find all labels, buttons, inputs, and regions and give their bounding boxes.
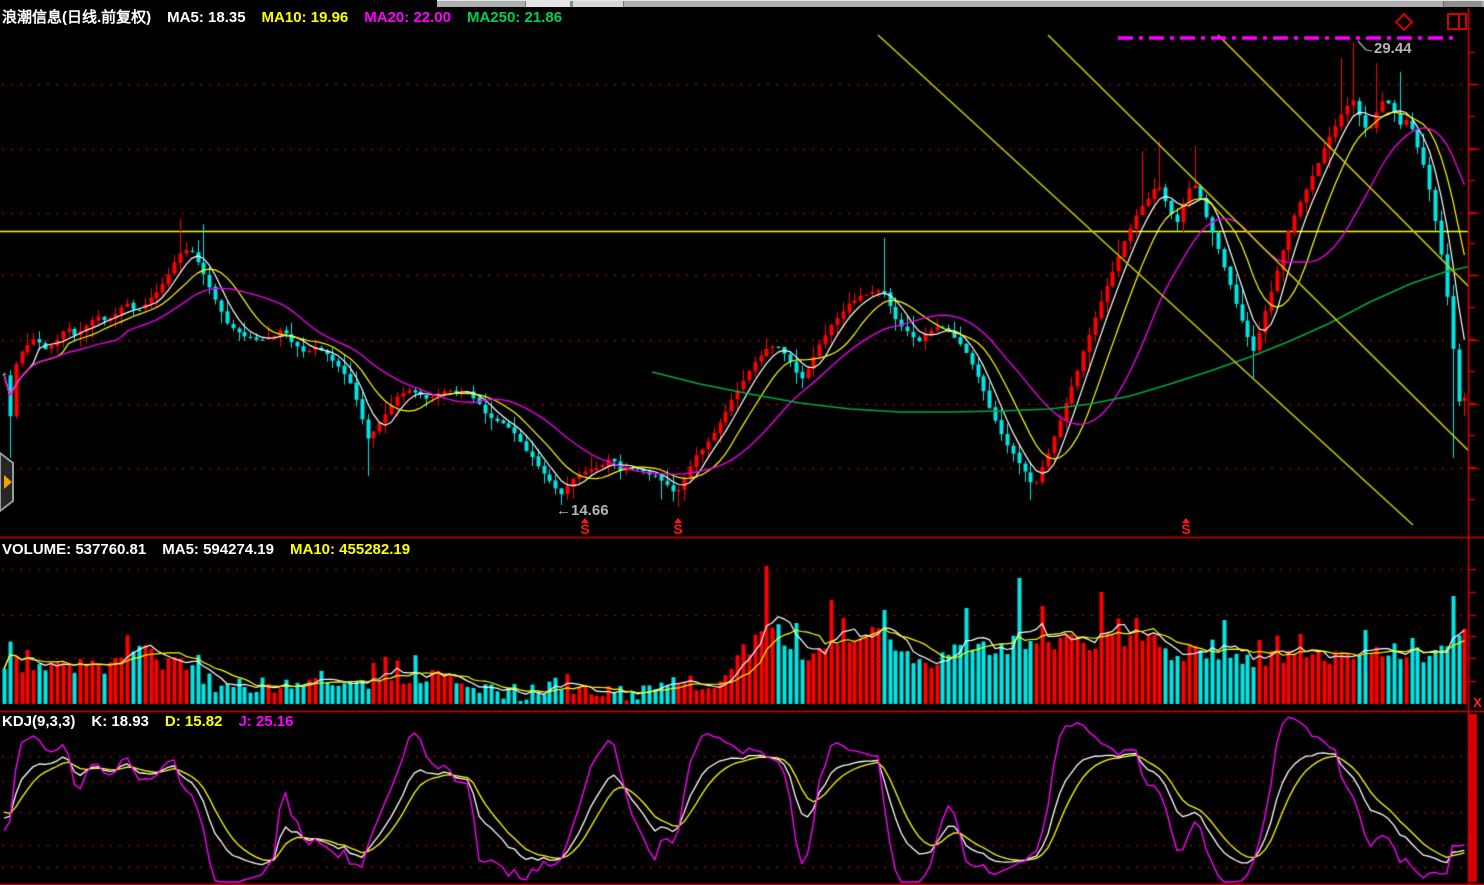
expand-panel-tab[interactable]: [0, 449, 16, 515]
sell-mark: S: [671, 518, 685, 536]
volume-ma5-value: MA5: 594274.19: [162, 540, 274, 560]
trading-app-window: { "header": { "title": "浪潮信息(日线.前复权)", "…: [0, 0, 1484, 885]
scrollbar-end-cap[interactable]: [1443, 1, 1482, 7]
kdj-d-value: D: 15.82: [165, 712, 223, 732]
low-price-annotation: ←14.66: [556, 502, 609, 519]
diamond-icon[interactable]: [1394, 12, 1414, 37]
ma10-value: MA10: 19.96: [262, 8, 349, 28]
chart-canvas[interactable]: [0, 0, 1484, 885]
split-window-icon[interactable]: [1446, 12, 1468, 37]
ma5-value: MA5: 18.35: [167, 8, 245, 28]
volume-pane-header: VOLUME: 537760.81 MA5: 594274.19 MA10: 4…: [2, 540, 410, 560]
high-price-annotation: 29.44: [1374, 40, 1412, 57]
sell-mark: S: [1179, 518, 1193, 536]
close-indicator-button[interactable]: X: [1471, 696, 1484, 710]
kdj-label: KDJ(9,3,3): [2, 712, 75, 732]
volume-value: VOLUME: 537760.81: [2, 540, 146, 560]
scrollbar-thumb[interactable]: [525, 1, 624, 7]
kdj-k-value: K: 18.93: [91, 712, 149, 732]
horizontal-scrollbar[interactable]: [437, 0, 1484, 7]
kdj-j-value: J: 25.16: [238, 712, 293, 732]
price-pane-header: 浪潮信息(日线.前复权) MA5: 18.35 MA10: 19.96 MA20…: [2, 8, 562, 28]
sell-mark: S: [578, 518, 592, 536]
ma250-value: MA250: 21.86: [467, 8, 562, 28]
volume-ma10-value: MA10: 455282.19: [290, 540, 410, 560]
stock-title: 浪潮信息(日线.前复权): [2, 8, 151, 28]
kdj-pane-header: KDJ(9,3,3) K: 18.93 D: 15.82 J: 25.16: [2, 712, 294, 732]
ma20-value: MA20: 22.00: [364, 8, 451, 28]
